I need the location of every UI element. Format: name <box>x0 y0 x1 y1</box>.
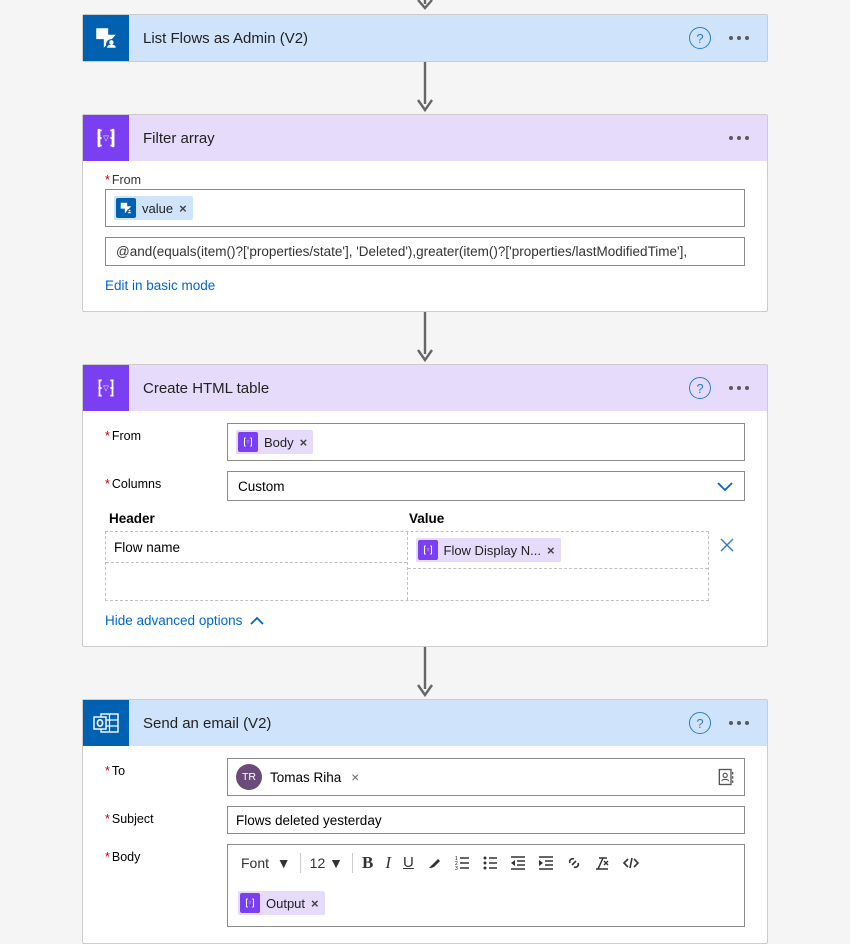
more-menu[interactable] <box>725 36 753 40</box>
flow-admin-icon <box>83 15 129 61</box>
svg-text:▽: ▽ <box>247 440 251 444</box>
svg-text:▽: ▽ <box>103 134 110 143</box>
remove-recipient-icon[interactable]: × <box>351 770 359 785</box>
flow-icon <box>116 198 136 218</box>
svg-text:▽: ▽ <box>249 901 253 905</box>
help-icon[interactable]: ? <box>689 377 711 399</box>
header-cell[interactable] <box>106 563 407 594</box>
font-size-dropdown[interactable]: 12 ▼ <box>305 853 348 873</box>
help-icon[interactable]: ? <box>689 712 711 734</box>
columns-select[interactable]: Custom <box>227 471 745 501</box>
subject-label: Subject <box>105 806 221 826</box>
more-menu[interactable] <box>725 386 753 390</box>
edit-basic-mode-link[interactable]: Edit in basic mode <box>105 278 215 293</box>
action-title: Create HTML table <box>129 380 689 397</box>
data-operation-icon: ▽ <box>83 365 129 411</box>
outlook-icon <box>83 700 129 746</box>
body-label: Body <box>105 844 221 864</box>
token-flow-display-name[interactable]: ▽ Flow Display N... × <box>416 538 561 562</box>
italic-button[interactable]: I <box>380 851 396 875</box>
clear-format-button[interactable] <box>589 853 615 873</box>
more-menu[interactable] <box>725 721 753 725</box>
bullet-list-button[interactable] <box>477 853 503 873</box>
from-input[interactable]: value × <box>105 189 745 227</box>
remove-token-icon[interactable]: × <box>179 201 187 216</box>
from-input[interactable]: ▽ Body × <box>227 423 745 461</box>
data-op-icon: ▽ <box>240 893 260 913</box>
more-menu[interactable] <box>725 136 753 140</box>
connector-arrow <box>414 62 436 114</box>
value-column-label: Value <box>405 511 705 531</box>
subject-input[interactable]: Flows deleted yesterday <box>227 806 745 834</box>
action-title: Filter array <box>129 130 725 147</box>
data-op-icon: ▽ <box>238 432 258 452</box>
numbered-list-button[interactable]: 123 <box>449 853 475 873</box>
token-output[interactable]: ▽ Output × <box>238 891 325 915</box>
delete-row-icon[interactable] <box>709 531 745 559</box>
to-input[interactable]: TR Tomas Riha × <box>227 758 745 796</box>
connector-arrow <box>414 312 436 364</box>
action-create-html-table[interactable]: ▽ Create HTML table ? From ▽ Body <box>82 364 768 647</box>
svg-text:▽: ▽ <box>103 384 110 393</box>
value-cell[interactable]: ▽ Flow Display N... × <box>408 532 709 569</box>
hide-advanced-link[interactable]: Hide advanced options <box>105 613 266 628</box>
recipient-name: Tomas Riha <box>270 770 341 785</box>
header-cell[interactable]: Flow name <box>106 532 407 563</box>
columns-label: Columns <box>105 471 221 491</box>
help-icon[interactable]: ? <box>689 27 711 49</box>
action-title: List Flows as Admin (V2) <box>129 30 689 47</box>
outdent-button[interactable] <box>505 853 531 873</box>
underline-button[interactable]: U <box>398 852 419 873</box>
link-button[interactable] <box>561 853 587 873</box>
highlight-button[interactable] <box>421 853 447 873</box>
columns-table: Flow name ▽ Flow Display N... <box>105 531 709 601</box>
expression-input[interactable]: @and(equals(item()?['properties/state'],… <box>105 237 745 266</box>
address-book-icon[interactable] <box>716 767 736 787</box>
value-cell[interactable] <box>408 569 709 600</box>
code-view-button[interactable] <box>617 853 645 873</box>
remove-token-icon[interactable]: × <box>300 435 308 450</box>
svg-text:3: 3 <box>455 866 458 871</box>
bold-button[interactable]: B <box>357 851 378 875</box>
remove-token-icon[interactable]: × <box>547 543 555 558</box>
from-label: From <box>105 173 745 187</box>
action-send-email[interactable]: Send an email (V2) ? To TR Tomas Riha × <box>82 699 768 944</box>
data-operation-icon: ▽ <box>83 115 129 161</box>
header-column-label: Header <box>105 511 405 531</box>
body-editor[interactable]: ▽ Output × <box>227 880 745 927</box>
chevron-down-icon <box>716 480 734 492</box>
action-title: Send an email (V2) <box>129 715 689 732</box>
data-op-icon: ▽ <box>418 540 438 560</box>
token-body[interactable]: ▽ Body × <box>236 430 313 454</box>
from-label: From <box>105 423 221 443</box>
svg-text:▽: ▽ <box>426 548 430 552</box>
connector-arrow <box>414 647 436 699</box>
action-filter-array[interactable]: ▽ Filter array From value × @and(equals(… <box>82 114 768 312</box>
remove-token-icon[interactable]: × <box>311 896 319 911</box>
avatar: TR <box>236 764 262 790</box>
action-list-flows[interactable]: List Flows as Admin (V2) ? <box>82 14 768 62</box>
token-value[interactable]: value × <box>114 196 193 220</box>
to-label: To <box>105 758 221 778</box>
rich-text-toolbar: Font ▼ 12 ▼ B I U 123 <box>227 844 745 880</box>
font-dropdown[interactable]: Font ▼ <box>236 853 296 873</box>
indent-button[interactable] <box>533 853 559 873</box>
